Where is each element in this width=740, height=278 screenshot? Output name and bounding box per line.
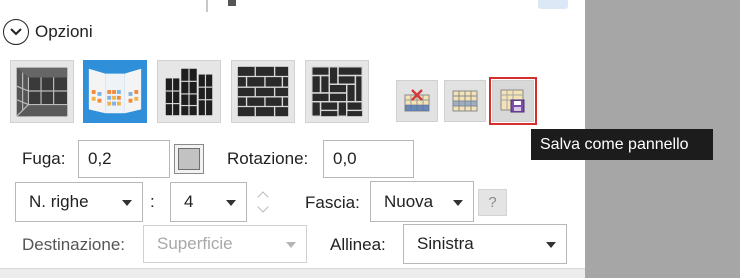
allinea-label: Allinea: xyxy=(330,235,386,254)
tiled-panels-icon xyxy=(88,68,142,114)
righe-mode-select[interactable]: N. righe xyxy=(15,182,143,222)
allinea-select[interactable]: Sinistra xyxy=(403,224,567,264)
dropdown-arrow-icon xyxy=(546,242,556,248)
corner-grid-icon xyxy=(16,67,68,117)
fuga-input[interactable]: 0,2 xyxy=(78,140,170,178)
brick-pattern-button[interactable] xyxy=(231,60,295,123)
grid-corner-pattern-button[interactable] xyxy=(10,60,74,123)
dropdown-arrow-icon xyxy=(226,200,236,206)
chevron-down-icon xyxy=(3,19,29,45)
save-panel-icon xyxy=(500,89,525,113)
delete-panel-icon xyxy=(404,89,430,112)
help-button[interactable]: ? xyxy=(478,189,507,216)
panel-icon xyxy=(452,90,478,112)
destinazione-select[interactable]: Superficie xyxy=(143,225,307,263)
delete-panel-button[interactable] xyxy=(396,80,438,122)
spin-down-icon[interactable] xyxy=(257,201,269,213)
allinea-value: Sinistra xyxy=(417,234,474,253)
fuga-color-button[interactable] xyxy=(174,144,204,174)
vertical-strips-icon xyxy=(165,68,213,116)
panel-button[interactable] xyxy=(444,80,486,122)
save-panel-button[interactable] xyxy=(489,77,537,125)
dropdown-arrow-icon xyxy=(453,199,463,206)
bottom-strip xyxy=(0,268,585,278)
destinazione-value: Superficie xyxy=(157,234,233,253)
save-panel-tooltip: Salva come pannello xyxy=(531,129,713,160)
colon-separator: : xyxy=(150,192,155,211)
fascia-value: Nuova xyxy=(384,191,434,211)
righe-spinner[interactable] xyxy=(251,183,277,221)
fuga-label: Fuga: xyxy=(22,149,66,168)
fascia-select[interactable]: Nuova xyxy=(370,181,474,222)
rotazione-label: Rotazione: xyxy=(227,149,309,168)
righe-mode-value: N. righe xyxy=(29,192,89,211)
righe-count-value: 4 xyxy=(184,192,194,211)
dropdown-arrow-icon xyxy=(122,200,132,206)
brick-pattern-icon xyxy=(237,66,289,117)
options-section-toggle[interactable]: Opzioni xyxy=(3,19,93,45)
tiled-panels-pattern-button[interactable] xyxy=(83,60,147,123)
basketweave-pattern-button[interactable] xyxy=(305,60,369,123)
destinazione-label: Destinazione: xyxy=(22,235,126,254)
rotazione-input[interactable]: 0,0 xyxy=(323,140,414,178)
top-divider xyxy=(206,0,208,12)
section-label: Opzioni xyxy=(35,22,93,41)
top-button-edge[interactable] xyxy=(538,0,568,9)
fascia-label: Fascia: xyxy=(305,193,360,212)
dropdown-arrow-icon xyxy=(286,242,296,248)
scroll-marker xyxy=(228,0,236,6)
righe-count-select[interactable]: 4 xyxy=(170,182,247,222)
color-swatch-icon xyxy=(178,148,200,170)
basketweave-icon xyxy=(311,66,363,117)
vertical-strips-pattern-button[interactable] xyxy=(157,60,221,123)
